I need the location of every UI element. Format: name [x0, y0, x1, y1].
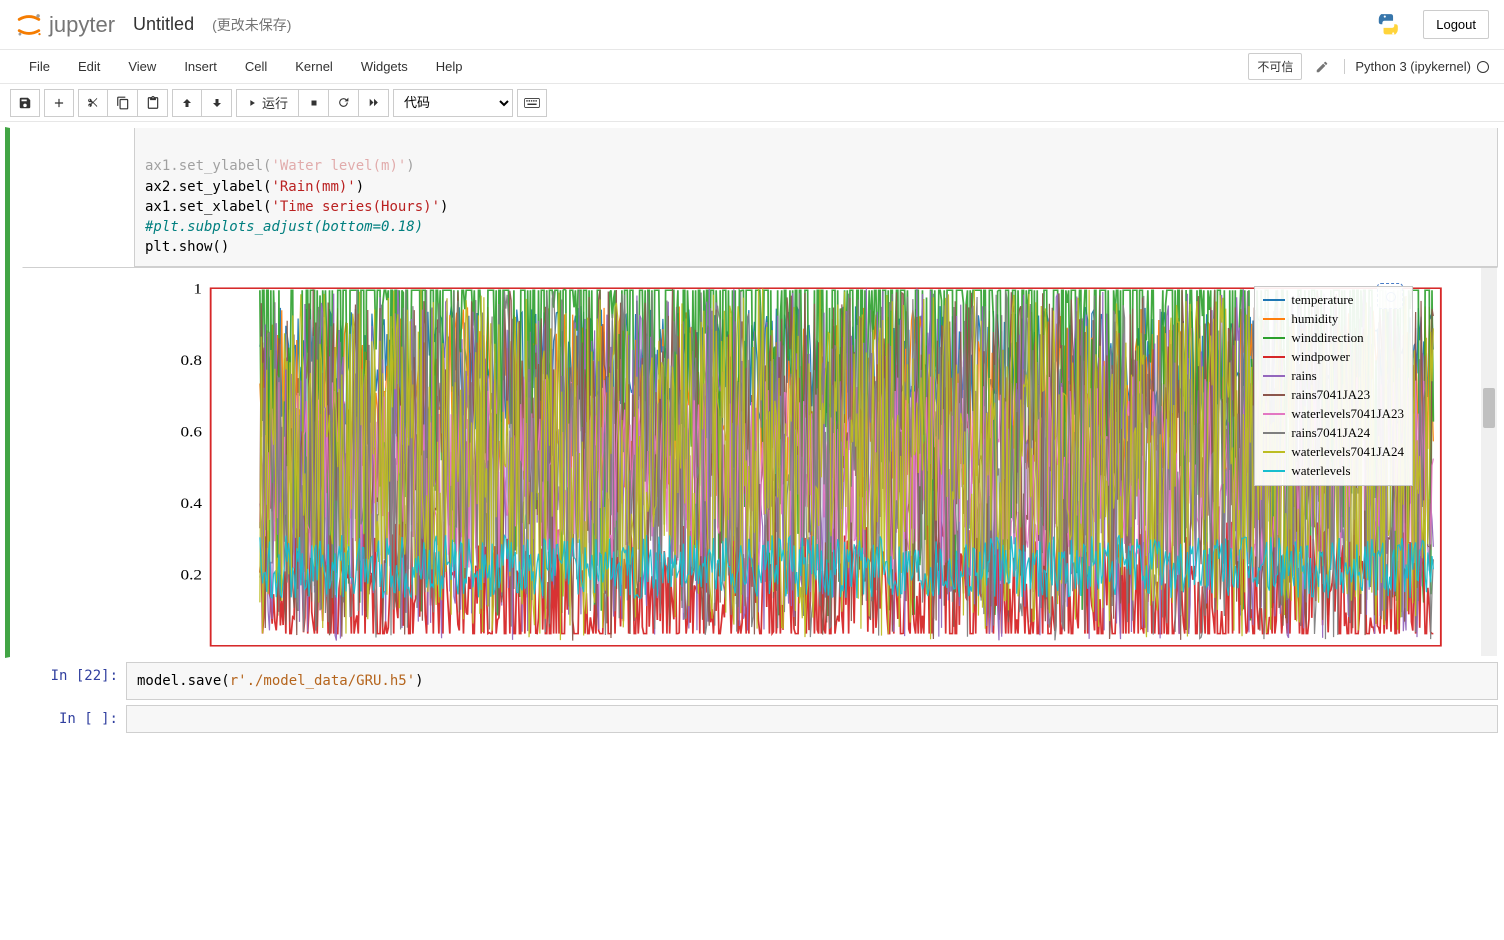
legend-color-icon [1263, 375, 1285, 377]
legend-color-icon [1263, 451, 1285, 453]
legend-item: waterlevels7041JA23 [1263, 405, 1404, 424]
legend-label: waterlevels [1291, 463, 1350, 479]
legend-item: rains7041JA23 [1263, 386, 1404, 405]
menubar: File Edit View Insert Cell Kernel Widget… [0, 50, 1504, 84]
legend-label: waterlevels7041JA24 [1291, 444, 1404, 460]
legend-item: winddirection [1263, 329, 1404, 348]
notebook-title[interactable]: Untitled [133, 14, 194, 35]
interrupt-button[interactable] [299, 89, 329, 117]
legend-label: temperature [1291, 292, 1353, 308]
svg-text:1: 1 [193, 281, 202, 296]
edit-mode-icon[interactable] [1310, 55, 1334, 79]
run-button[interactable]: 运行 [236, 89, 299, 117]
legend-label: rains [1291, 368, 1316, 384]
legend-label: windpower [1291, 349, 1350, 365]
svg-text:0.8: 0.8 [181, 353, 203, 368]
code-cell-running[interactable]: ax1.set_ylabel('Water level(m)') ax2.set… [5, 127, 1499, 658]
menu-insert[interactable]: Insert [170, 51, 231, 82]
svg-text:0.2: 0.2 [181, 567, 203, 582]
legend-label: winddirection [1291, 330, 1363, 346]
restart-run-all-button[interactable] [359, 89, 389, 117]
save-button[interactable] [10, 89, 40, 117]
move-up-button[interactable] [172, 89, 202, 117]
cell-type-select[interactable]: 代码 [393, 89, 513, 117]
notebook-body: ax1.set_ylabel('Water level(m)') ax2.set… [0, 122, 1504, 757]
jupyter-logo[interactable]: jupyter [15, 11, 115, 39]
logo-text: jupyter [49, 12, 115, 38]
kernel-status-idle-icon [1477, 61, 1489, 73]
legend-item: waterlevels7041JA24 [1263, 443, 1404, 462]
menu-file[interactable]: File [15, 51, 64, 82]
paste-button[interactable] [138, 89, 168, 117]
output-vertical-scrollbar[interactable] [1481, 268, 1497, 656]
legend-color-icon [1263, 318, 1285, 320]
menu-widgets[interactable]: Widgets [347, 51, 422, 82]
svg-text:0.6: 0.6 [181, 424, 203, 439]
legend-item: rains [1263, 367, 1404, 386]
legend-color-icon [1263, 299, 1285, 301]
legend-label: rains7041JA24 [1291, 425, 1370, 441]
save-status: (更改未保存) [212, 15, 291, 35]
logout-button[interactable]: Logout [1423, 10, 1489, 39]
legend-color-icon [1263, 470, 1285, 472]
chart-legend: temperature humidity winddirection windpowe… [1254, 286, 1413, 486]
cut-button[interactable] [78, 89, 108, 117]
menu-help[interactable]: Help [422, 51, 477, 82]
run-label: 运行 [262, 93, 288, 112]
legend-item: windpower [1263, 348, 1404, 367]
legend-color-icon [1263, 432, 1285, 434]
copy-button[interactable] [108, 89, 138, 117]
legend-label: waterlevels7041JA23 [1291, 406, 1404, 422]
chart-svg: 1 0.8 0.6 0.4 0.2 [143, 278, 1447, 656]
play-icon [247, 98, 257, 108]
legend-item: humidity [1263, 310, 1404, 329]
menu-cell[interactable]: Cell [231, 51, 281, 82]
cell-input[interactable] [126, 705, 1498, 733]
legend-label: humidity [1291, 311, 1338, 327]
svg-text:0.4: 0.4 [181, 496, 203, 511]
legend-color-icon [1263, 394, 1285, 396]
legend-item: temperature [1263, 291, 1404, 310]
notebook-header: jupyter Untitled (更改未保存) Logout [0, 0, 1504, 50]
restart-button[interactable] [329, 89, 359, 117]
legend-color-icon [1263, 337, 1285, 339]
kernel-name[interactable]: Python 3 (ipykernel) [1344, 59, 1471, 74]
legend-item: waterlevels [1263, 462, 1404, 481]
menu-view[interactable]: View [114, 51, 170, 82]
code-cell[interactable]: In [22]: model.save(r'./model_data/GRU.h… [5, 661, 1499, 701]
cell-output-area[interactable]: -3 -2 -1 0 1 2 3 [22, 267, 1498, 657]
legend-label: rains7041JA23 [1291, 387, 1370, 403]
input-prompt: In [ ]: [6, 705, 126, 733]
matplotlib-chart: -3 -2 -1 0 1 2 3 [143, 278, 1447, 656]
menu-kernel[interactable]: Kernel [281, 51, 347, 82]
insert-below-button[interactable] [44, 89, 74, 117]
toolbar: 运行 代码 [0, 84, 1504, 122]
move-down-button[interactable] [202, 89, 232, 117]
input-prompt: In [22]: [6, 662, 126, 700]
jupyter-logo-icon [15, 11, 43, 39]
python-logo-icon [1375, 11, 1403, 39]
trusted-indicator[interactable]: 不可信 [1248, 53, 1302, 80]
command-palette-button[interactable] [517, 89, 547, 117]
menu-edit[interactable]: Edit [64, 51, 114, 82]
legend-color-icon [1263, 413, 1285, 415]
legend-color-icon [1263, 356, 1285, 358]
cell-input[interactable]: ax1.set_ylabel('Water level(m)') ax2.set… [134, 128, 1498, 267]
legend-item: rains7041JA24 [1263, 424, 1404, 443]
cell-input[interactable]: model.save(r'./model_data/GRU.h5') [126, 662, 1498, 700]
code-cell-empty[interactable]: In [ ]: [5, 704, 1499, 734]
